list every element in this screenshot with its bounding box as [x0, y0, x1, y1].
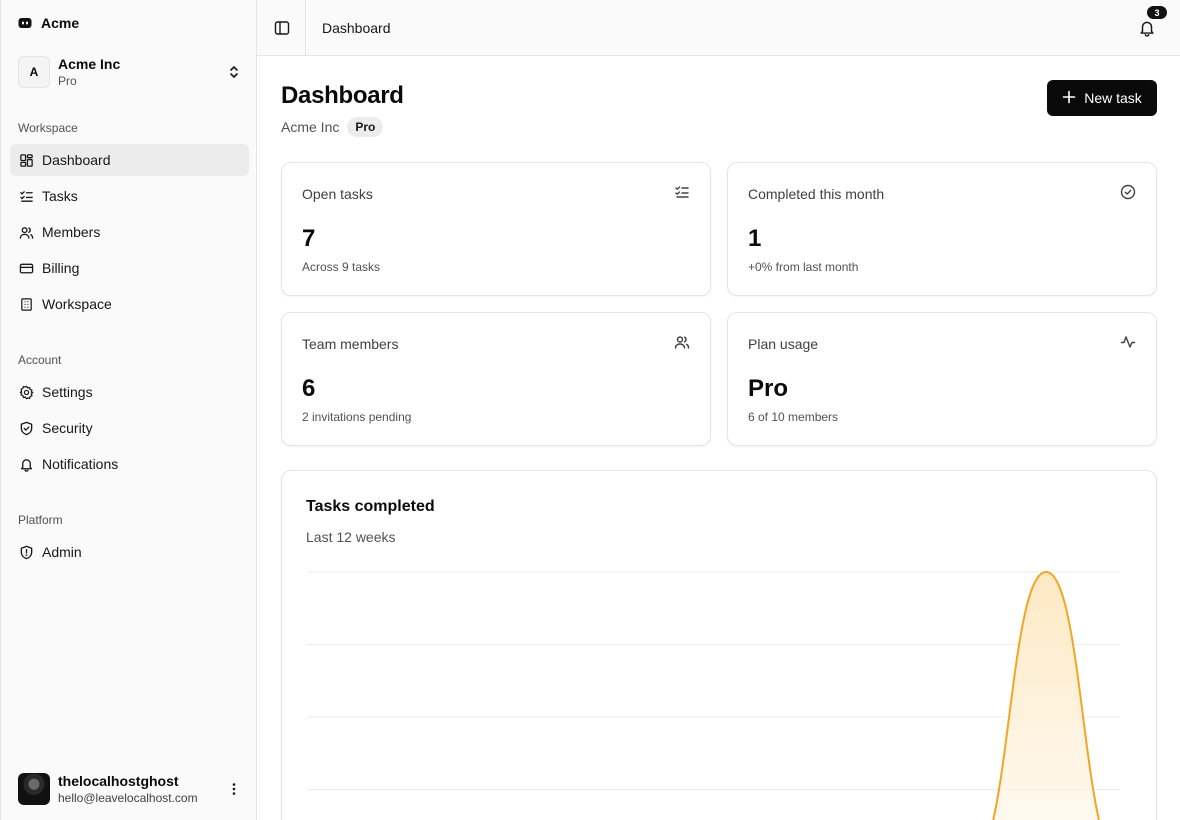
- sidebar-item-label: Admin: [42, 544, 82, 560]
- gear-icon: [18, 384, 34, 400]
- sidebar-item-security[interactable]: Security: [10, 412, 249, 444]
- sidebar-item-label: Security: [42, 420, 93, 436]
- users-icon: [674, 334, 690, 350]
- sidebar-item-label: Notifications: [42, 456, 119, 472]
- sidebar-item-label: Dashboard: [42, 152, 111, 168]
- sidebar-item-billing[interactable]: Billing: [10, 252, 249, 284]
- user-name: thelocalhostghost: [58, 772, 179, 789]
- stat-title: Open tasks: [302, 186, 373, 202]
- stat-card-open-tasks: Open tasks 7 Across 9 tasks: [281, 162, 711, 296]
- section-platform: Platform: [18, 513, 63, 527]
- stat-subtext: Across 9 tasks: [302, 260, 381, 274]
- chevrons-up-down-icon: [226, 64, 242, 80]
- sidebar-item-label: Members: [42, 224, 101, 240]
- page-title: Dashboard: [281, 82, 404, 109]
- org-avatar: A: [18, 56, 50, 88]
- stat-subtext: 2 invitations pending: [302, 410, 412, 424]
- stat-card-completed: Completed this month 1 +0% from last mon…: [727, 162, 1157, 296]
- avatar: [18, 773, 50, 805]
- stat-title: Plan usage: [748, 336, 819, 352]
- user-menu[interactable]: thelocalhostghost hello@leavelocalhost.c…: [18, 772, 248, 806]
- sidebar: Acme A Acme Inc Pro Workspace Dashboard …: [0, 0, 257, 820]
- sidebar-item-admin[interactable]: Admin: [10, 536, 249, 568]
- org-switcher[interactable]: A Acme Inc Pro: [18, 55, 248, 89]
- sidebar-item-label: Settings: [42, 384, 93, 400]
- brand-name: Acme: [41, 15, 80, 31]
- stat-title: Completed this month: [748, 186, 885, 202]
- user-email: hello@leavelocalhost.com: [58, 790, 198, 805]
- sidebar-item-tasks[interactable]: Tasks: [10, 180, 249, 212]
- org-name: Acme Inc: [281, 119, 340, 135]
- dashboard-icon: [18, 152, 34, 168]
- brand[interactable]: Acme: [18, 15, 79, 31]
- chart-area: [993, 572, 1100, 820]
- chart-plot: [307, 570, 1120, 820]
- top-header: Dashboard 3: [257, 0, 1180, 56]
- page-subtitle: Acme Inc Pro: [281, 117, 384, 137]
- bell-icon: [18, 456, 34, 472]
- org-plan: Pro: [58, 73, 77, 88]
- stat-card-plan-usage: Plan usage Pro 6 of 10 members: [727, 312, 1157, 446]
- logo-icon: [18, 16, 32, 30]
- sidebar-item-members[interactable]: Members: [10, 216, 249, 248]
- chart-title: Tasks completed: [306, 498, 435, 515]
- shield-icon: [18, 544, 34, 560]
- stat-card-team-members: Team members 6 2 invitations pending: [281, 312, 711, 446]
- stat-subtext: 6 of 10 members: [748, 410, 839, 424]
- sidebar-item-workspace[interactable]: Workspace: [10, 288, 249, 320]
- sidebar-item-label: Tasks: [42, 188, 78, 204]
- sidebar-toggle-icon[interactable]: [274, 20, 290, 36]
- activity-icon: [1120, 334, 1136, 350]
- breadcrumb: Dashboard: [322, 20, 391, 36]
- sidebar-item-label: Workspace: [42, 296, 112, 312]
- stat-value: 7: [302, 225, 316, 252]
- chart-line: [992, 570, 1101, 820]
- stat-subtext: +0% from last month: [748, 260, 859, 274]
- org-name: Acme Inc: [58, 55, 121, 72]
- sidebar-item-settings[interactable]: Settings: [10, 376, 249, 408]
- sidebar-item-label: Billing: [42, 260, 80, 276]
- section-account: Account: [18, 353, 62, 367]
- tasks-completed-chart: Tasks completed Last 12 weeks: [281, 470, 1157, 820]
- chart-subtitle: Last 12 weeks: [306, 529, 396, 545]
- new-task-label: New task: [1084, 90, 1142, 106]
- building-icon: [18, 296, 34, 312]
- header-divider: [305, 0, 306, 56]
- users-icon: [18, 224, 34, 240]
- circle-check-icon: [1120, 184, 1136, 200]
- list-checks-icon: [674, 184, 690, 200]
- bell-icon[interactable]: [1138, 19, 1156, 37]
- more-vertical-icon[interactable]: [226, 781, 242, 797]
- new-task-button[interactable]: New task: [1047, 80, 1157, 116]
- plan-badge: Pro: [347, 117, 384, 137]
- sidebar-item-notifications[interactable]: Notifications: [10, 448, 249, 480]
- notification-badge: 3: [1147, 6, 1167, 19]
- shield-check-icon: [18, 420, 34, 436]
- stat-value: Pro: [748, 375, 789, 402]
- stat-value: 1: [748, 225, 762, 252]
- sidebar-item-dashboard[interactable]: Dashboard: [10, 144, 249, 176]
- list-checks-icon: [18, 188, 34, 204]
- stat-title: Team members: [302, 336, 399, 352]
- section-workspace: Workspace: [18, 121, 78, 135]
- credit-card-icon: [18, 260, 34, 276]
- stat-value: 6: [302, 375, 316, 402]
- plus-icon: [1062, 90, 1076, 107]
